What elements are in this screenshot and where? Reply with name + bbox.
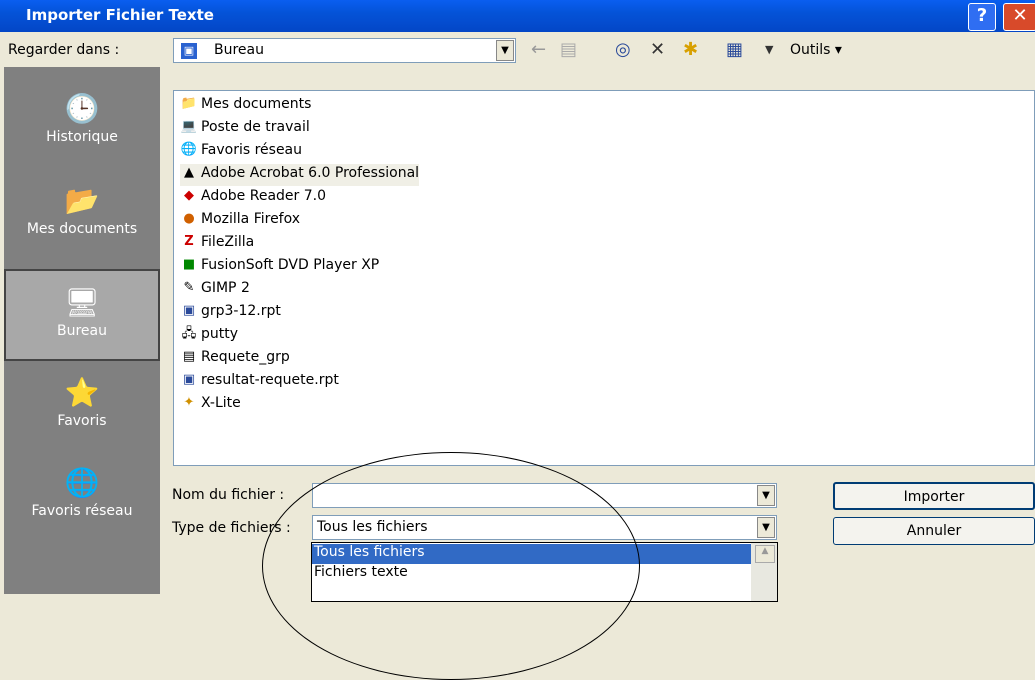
file-name: X-Lite [201, 395, 241, 411]
report-file-icon: ▣ [182, 303, 196, 318]
folder-icon: 📁 [180, 96, 198, 111]
desktop-icon: ▣ [180, 42, 198, 60]
new-folder-icon[interactable]: ✱ [683, 40, 698, 60]
file-name: FusionSoft DVD Player XP [201, 257, 380, 273]
dropdown-scrollbar[interactable]: ▲ [751, 543, 777, 601]
list-item[interactable]: 🖧 putty [180, 325, 238, 347]
network-folder-icon: 🌐 [64, 466, 100, 499]
list-item[interactable]: 💻 Poste de travail [180, 118, 310, 140]
list-item[interactable]: ▲ Adobe Acrobat 6.0 Professional [180, 164, 420, 186]
firefox-icon: ● [183, 211, 195, 226]
back-icon[interactable]: ← [531, 40, 546, 60]
look-in-combo[interactable]: ▣ Bureau ▼ [173, 38, 516, 63]
list-item[interactable]: ▣ grp3-12.rpt [180, 302, 281, 324]
cancel-button[interactable]: Annuler [833, 517, 1035, 545]
place-favoris-reseau[interactable]: 🌐 Favoris réseau [4, 451, 160, 543]
filezilla-icon: Z [184, 234, 194, 249]
chevron-down-icon[interactable]: ▼ [757, 517, 775, 538]
place-label: Mes documents [26, 221, 138, 237]
file-name: Mozilla Firefox [201, 211, 301, 227]
file-name: Mes documents [201, 96, 312, 112]
file-name: GIMP 2 [201, 280, 250, 296]
list-item[interactable]: Z FileZilla [180, 233, 254, 255]
folder-icon: 📂 [64, 184, 100, 217]
delete-icon[interactable]: ✕ [650, 40, 665, 60]
file-name: Adobe Reader 7.0 [201, 188, 326, 204]
place-favoris[interactable]: ⭐ Favoris [4, 361, 160, 453]
file-name: Poste de travail [201, 119, 310, 135]
place-historique[interactable]: 🕒 Historique [4, 77, 160, 169]
list-item[interactable]: ▤ Requete_grp [180, 348, 290, 370]
desktop-icon: 🖥 [64, 286, 100, 319]
import-button[interactable]: Importer [833, 482, 1035, 510]
place-label: Favoris [57, 413, 107, 429]
putty-icon: 🖧 [181, 326, 197, 341]
list-item[interactable]: ▣ resultat-requete.rpt [180, 371, 339, 393]
filetype-select[interactable]: Tous les fichiers ▼ [312, 515, 777, 540]
report-file-icon: ▣ [182, 372, 196, 387]
list-item[interactable]: ✦ X-Lite [180, 394, 241, 416]
list-item[interactable]: 🌐 Favoris réseau [180, 141, 302, 163]
file-name: putty [201, 326, 239, 342]
tools-menu[interactable]: Outils ▾ [790, 42, 842, 58]
dropdown-option[interactable]: Tous les fichiers [312, 544, 751, 564]
scroll-up-icon[interactable]: ▲ [755, 545, 775, 563]
gimp-icon: ✎ [183, 280, 195, 295]
filename-input[interactable]: ▼ [312, 483, 777, 508]
filetype-dropdown-list[interactable]: Tous les fichiers Fichiers texte ▲ [311, 542, 778, 602]
look-in-value: Bureau [214, 42, 264, 58]
look-in-label: Regarder dans : [8, 42, 120, 58]
places-bar: 🕒 Historique 📂 Mes documents 🖥 Bureau ⭐ … [4, 67, 160, 594]
file-name: FileZilla [201, 234, 255, 250]
dropdown-option[interactable]: Fichiers texte [312, 564, 751, 584]
list-item[interactable]: ◆ Adobe Reader 7.0 [180, 187, 326, 209]
list-item[interactable]: 📁 Mes documents [180, 95, 311, 117]
place-label: Historique [46, 129, 118, 145]
dvd-player-icon: ■ [182, 257, 196, 272]
history-icon: 🕒 [64, 92, 100, 125]
file-name: Favoris réseau [201, 142, 303, 158]
help-button[interactable]: ? [968, 3, 996, 31]
title-bar: Importer Fichier Texte ? ✕ [0, 0, 1035, 32]
file-name: Requete_grp [201, 349, 290, 365]
close-button[interactable]: ✕ [1003, 3, 1035, 31]
place-mes-documents[interactable]: 📂 Mes documents [4, 169, 160, 261]
filetype-label: Type de fichiers : [172, 520, 291, 536]
network-icon: 🌐 [180, 142, 198, 157]
place-label: Bureau [57, 323, 107, 339]
views-dropdown-icon[interactable]: ▼ [765, 40, 773, 60]
chevron-down-icon[interactable]: ▼ [757, 485, 775, 506]
xlite-icon: ✦ [183, 395, 195, 410]
list-item[interactable]: ✎ GIMP 2 [180, 279, 250, 301]
up-folder-icon[interactable]: ▤ [560, 40, 577, 60]
file-name: resultat-requete.rpt [201, 372, 339, 388]
file-name: Adobe Acrobat 6.0 Professional [201, 165, 420, 181]
star-folder-icon: ⭐ [64, 376, 100, 409]
computer-icon: 💻 [180, 119, 198, 134]
place-label: Favoris réseau [31, 503, 133, 519]
list-item[interactable]: ■ FusionSoft DVD Player XP [180, 256, 379, 278]
filename-label: Nom du fichier : [172, 487, 285, 503]
file-name: grp3-12.rpt [201, 303, 281, 319]
list-item[interactable]: ● Mozilla Firefox [180, 210, 300, 232]
views-icon[interactable]: ▦ [726, 40, 743, 60]
search-web-icon[interactable]: ◎ [615, 40, 631, 60]
filetype-value: Tous les fichiers [317, 519, 428, 535]
text-file-icon: ▤ [182, 349, 196, 364]
reader-icon: ◆ [184, 188, 194, 203]
acrobat-icon: ▲ [184, 165, 194, 180]
window-title: Importer Fichier Texte [26, 6, 214, 24]
file-list[interactable]: 📁 Mes documents 💻 Poste de travail 🌐 Favori… [173, 90, 1035, 466]
chevron-down-icon[interactable]: ▼ [496, 40, 514, 61]
place-bureau[interactable]: 🖥 Bureau [4, 269, 160, 361]
